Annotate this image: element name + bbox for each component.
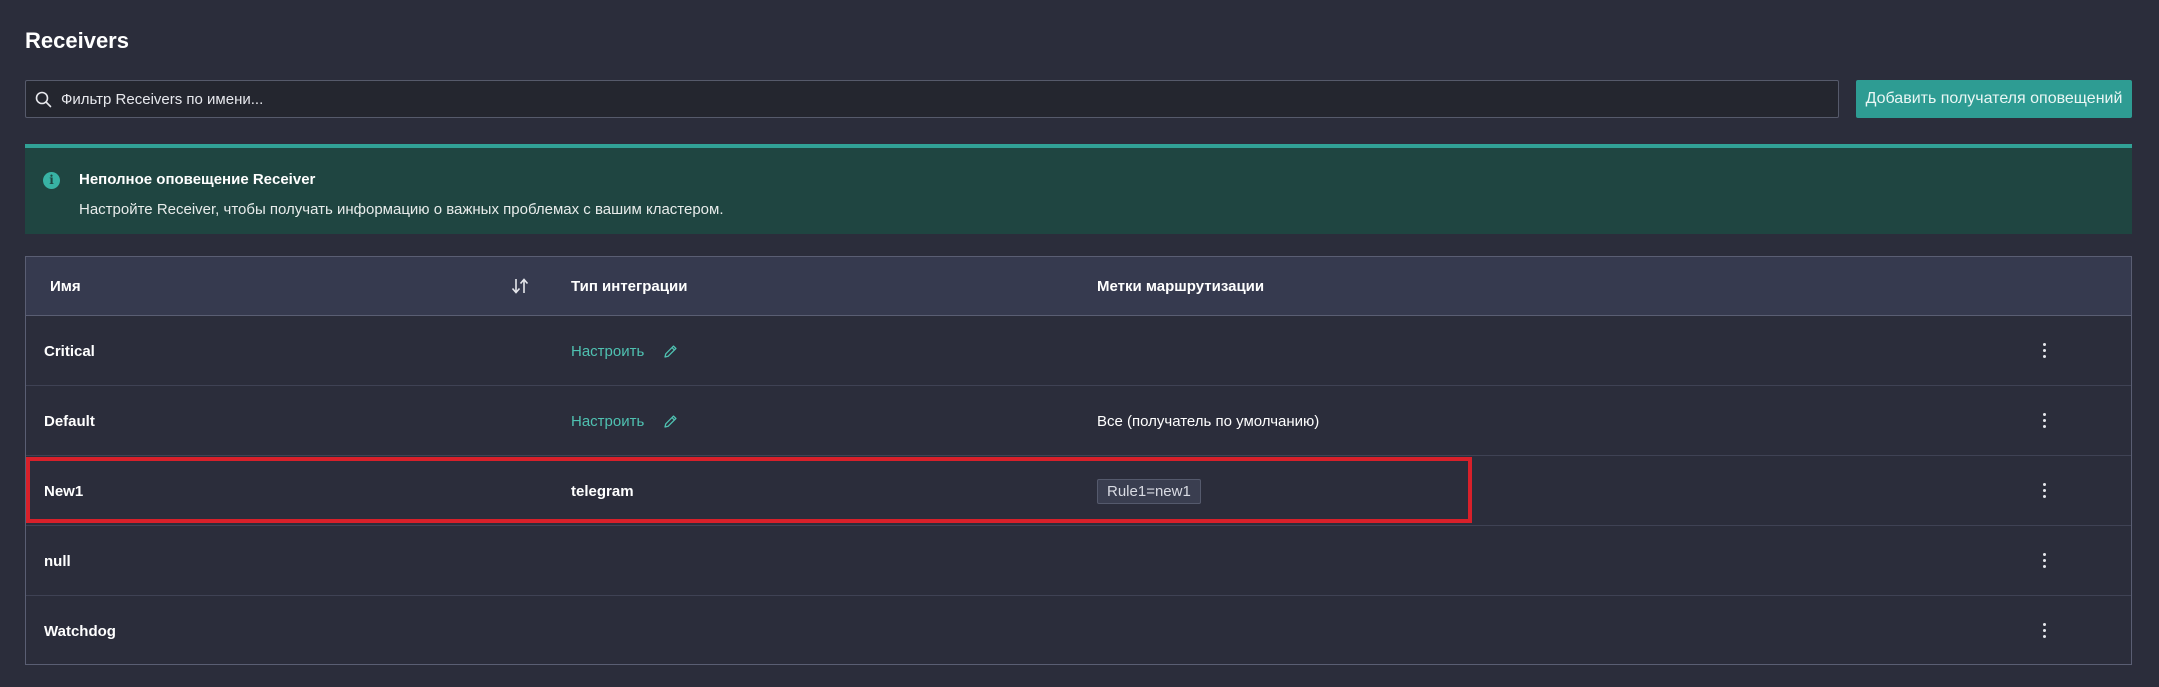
kebab-menu-icon[interactable] — [2032, 338, 2056, 362]
receiver-name: Critical — [44, 342, 95, 360]
search-box[interactable] — [25, 80, 1839, 118]
column-header-integration: Тип интеграции — [571, 278, 688, 295]
table-row: null — [26, 526, 2131, 596]
kebab-menu-icon[interactable] — [2032, 478, 2056, 502]
toolbar: Добавить получателя оповещений — [25, 80, 2132, 118]
receiver-name: New1 — [44, 482, 84, 500]
column-header-name[interactable]: Имя — [50, 257, 81, 316]
receiver-name: Watchdog — [44, 622, 116, 640]
table-row: Watchdog — [26, 596, 2131, 666]
integration-cell: Настроить — [571, 316, 679, 386]
column-header-labels: Метки маршрутизации — [1097, 278, 1265, 295]
receiver-name: Default — [44, 412, 95, 430]
add-receiver-button[interactable]: Добавить получателя оповещений — [1856, 80, 2132, 118]
configure-link[interactable]: Настроить — [571, 343, 644, 360]
page-title: Receivers — [25, 28, 129, 53]
label-chip: Rule1=new1 — [1097, 478, 1201, 504]
kebab-menu-icon[interactable] — [2032, 548, 2056, 572]
kebab-menu-icon[interactable] — [2032, 618, 2056, 642]
table-row: New1 telegram Rule1=new1 — [26, 456, 2131, 526]
table-header: Имя Тип интеграции Метки маршрутизации — [26, 257, 2131, 316]
search-icon — [35, 91, 52, 107]
sort-icon[interactable] — [510, 276, 530, 296]
table-row: Critical Настроить — [26, 316, 2131, 386]
integration-cell: telegram — [571, 456, 634, 526]
incomplete-alert-banner: i Неполное оповещение Receiver Настройте… — [25, 144, 2132, 234]
kebab-menu-icon[interactable] — [2032, 408, 2056, 432]
routing-labels: Все (получатель по умолчанию) — [1097, 412, 1320, 430]
pencil-icon[interactable] — [662, 413, 679, 430]
configure-link[interactable]: Настроить — [571, 413, 644, 430]
search-input[interactable] — [52, 81, 1838, 117]
integration-cell: Настроить — [571, 386, 679, 456]
integration-type: telegram — [571, 482, 634, 500]
table-row: Default Настроить Все (получатель по умо… — [26, 386, 2131, 456]
receivers-table: Имя Тип интеграции Метки маршрутизации C… — [25, 256, 2132, 665]
alert-title: Неполное оповещение Receiver — [79, 171, 316, 188]
routing-labels: Rule1=new1 — [1097, 456, 1201, 526]
receiver-name: null — [44, 552, 71, 570]
info-icon: i — [43, 172, 60, 189]
alert-text: Настройте Receiver, чтобы получать инфор… — [79, 201, 724, 218]
pencil-icon[interactable] — [662, 343, 679, 360]
